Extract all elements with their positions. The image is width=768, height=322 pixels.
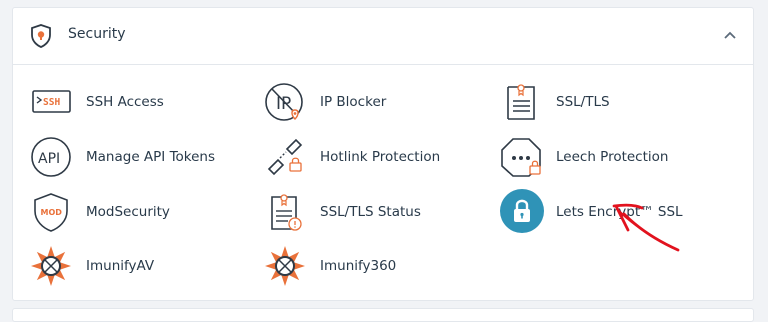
svg-text:MOD: MOD	[41, 208, 63, 217]
svg-text:SSH: SSH	[43, 97, 60, 108]
lets-encrypt-ssl-item[interactable]: Lets Encrypt™ SSL	[500, 189, 690, 235]
ssl-tls-status-item[interactable]: SSL/TLS Status	[264, 191, 434, 237]
hotlink-protection-item[interactable]: Hotlink Protection	[264, 136, 464, 182]
manage-api-tokens-label: Manage API Tokens	[86, 149, 216, 165]
imunify360-label: Imunify360	[320, 258, 397, 274]
hotlink-protection-label: Hotlink Protection	[320, 149, 441, 165]
broken-link-icon	[267, 138, 303, 176]
ssl-tls-item[interactable]: SSL/TLS	[500, 81, 670, 127]
modsecurity-item[interactable]: MOD ModSecurity	[30, 191, 200, 237]
imunifyav-label: ImunifyAV	[86, 258, 155, 274]
lets-encrypt-ssl-label: Lets Encrypt™ SSL	[556, 204, 683, 220]
certificate-status-icon	[271, 194, 302, 231]
imunify-star-icon	[265, 246, 305, 286]
svg-text:IP: IP	[276, 94, 291, 114]
imunify360-item[interactable]: Imunify360	[264, 245, 434, 291]
mod-shield-icon: MOD	[34, 193, 68, 232]
security-panel: Security SSH SSH Access IP IP Blocker SS…	[12, 7, 754, 301]
imunify-star-icon	[31, 246, 71, 286]
section-title: Security	[68, 26, 126, 42]
ip-blocker-label: IP Blocker	[320, 94, 387, 110]
modsecurity-label: ModSecurity	[86, 204, 170, 220]
chevron-up-icon[interactable]	[723, 28, 737, 42]
ip-blocker-item[interactable]: IP IP Blocker	[264, 81, 434, 127]
manage-api-tokens-item[interactable]: API Manage API Tokens	[30, 136, 230, 182]
ssl-tls-status-label: SSL/TLS Status	[320, 204, 421, 220]
shield-lock-icon	[31, 24, 51, 48]
leech-protection-item[interactable]: Leech Protection	[500, 136, 700, 182]
padlock-circle-icon	[500, 189, 544, 233]
ip-blocker-icon: IP	[265, 83, 303, 121]
security-header[interactable]: Security	[13, 8, 753, 65]
next-panel-edge	[12, 308, 754, 322]
svg-text:API: API	[38, 151, 60, 167]
ssh-access-item[interactable]: SSH SSH Access	[30, 81, 200, 127]
leech-protection-label: Leech Protection	[556, 149, 669, 165]
ssh-access-label: SSH Access	[86, 94, 164, 110]
api-icon: API	[31, 137, 71, 177]
ssl-tls-label: SSL/TLS	[556, 94, 610, 110]
leech-octagon-icon	[501, 138, 541, 177]
ssh-terminal-icon: SSH	[32, 90, 71, 113]
certificate-icon	[507, 84, 535, 120]
imunifyav-item[interactable]: ImunifyAV	[30, 245, 200, 291]
